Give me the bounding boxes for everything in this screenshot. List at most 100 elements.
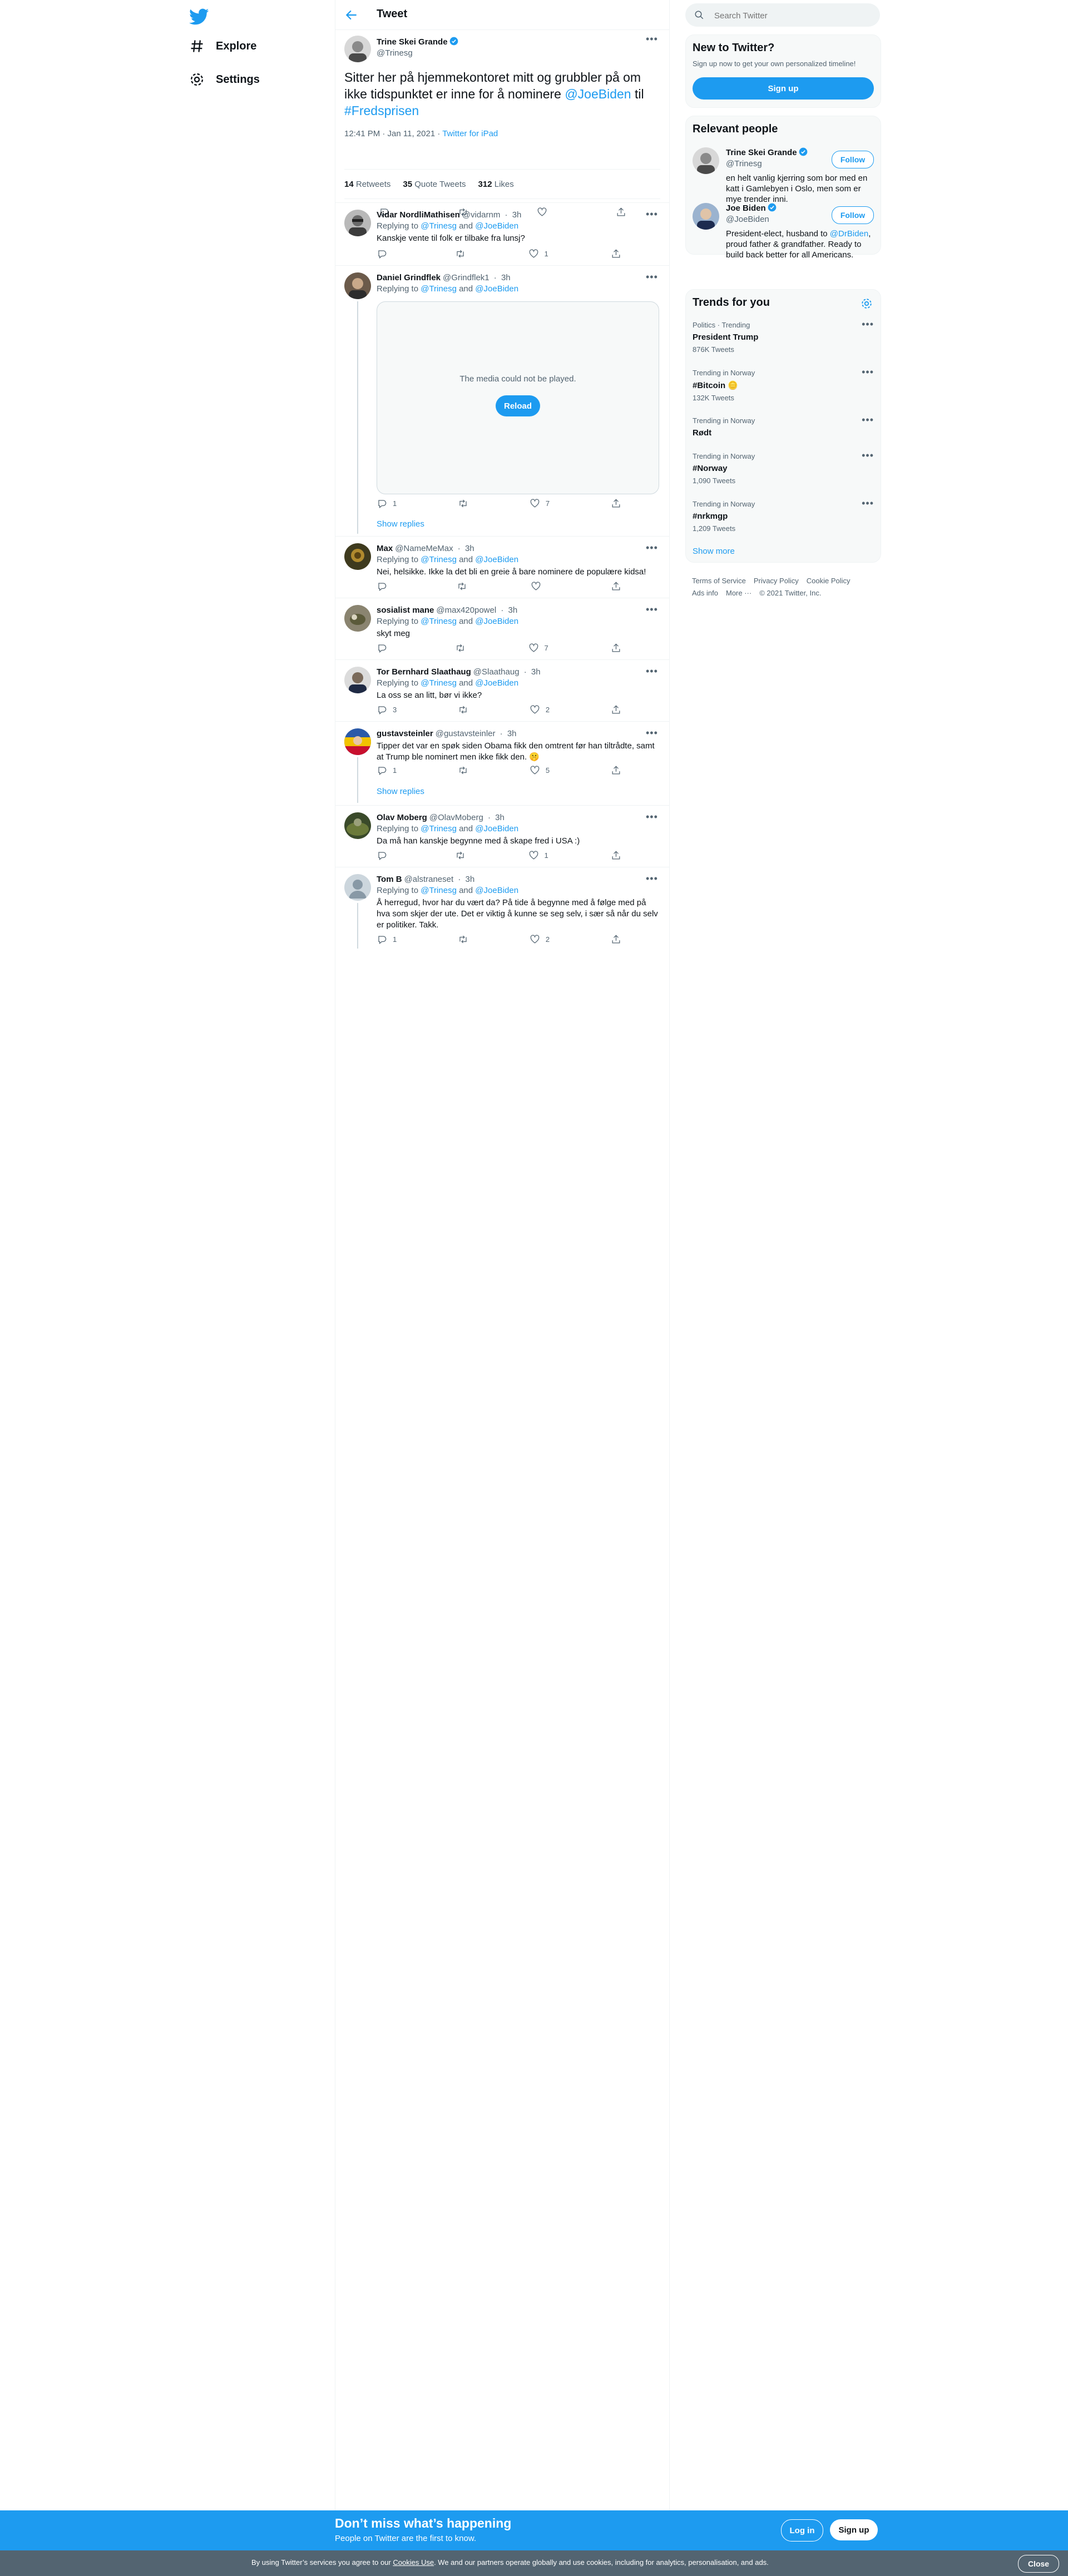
reply-author-handle[interactable]: @alstraneset xyxy=(404,875,454,884)
like-button[interactable]: 1 xyxy=(528,850,548,861)
more-icon[interactable]: ••• xyxy=(862,319,874,330)
more-icon[interactable]: ••• xyxy=(862,414,874,426)
share-button[interactable] xyxy=(611,934,621,945)
show-replies-link[interactable]: Show replies xyxy=(377,787,424,796)
retweet-button[interactable] xyxy=(455,643,466,653)
signup-button[interactable]: Sign up xyxy=(693,77,874,100)
share-button[interactable] xyxy=(611,581,621,592)
reply-tweet[interactable]: Daniel Grindflek @Grindflek1 · 3h Replyin… xyxy=(335,266,669,537)
avatar[interactable] xyxy=(344,272,371,299)
share-button[interactable] xyxy=(611,249,621,259)
search-input[interactable] xyxy=(713,3,871,28)
retweet-button[interactable] xyxy=(455,850,466,861)
more-icon[interactable]: ••• xyxy=(646,542,658,554)
retweet-button[interactable] xyxy=(457,581,467,592)
retweet-button[interactable] xyxy=(458,934,468,945)
more-icon[interactable]: ••• xyxy=(646,727,658,739)
retweet-button[interactable] xyxy=(458,765,468,776)
reply-time[interactable]: 3h xyxy=(512,210,522,220)
person-handle[interactable]: @Trinesg xyxy=(726,158,829,170)
tweet-source[interactable]: Twitter for iPad xyxy=(442,129,498,138)
mention-link[interactable]: @Trinesg xyxy=(421,555,457,564)
reply-time[interactable]: 3h xyxy=(507,729,517,738)
reply-button[interactable]: 3 xyxy=(377,704,397,715)
person-handle[interactable]: @JoeBiden xyxy=(726,214,829,225)
reply-tweet[interactable]: Tor Bernhard Slaathaug @Slaathaug · 3h Re… xyxy=(335,660,669,722)
mention-link[interactable]: @DrBiden xyxy=(830,229,868,239)
cookies-use-link[interactable]: Cookies Use xyxy=(393,2558,434,2567)
more-icon[interactable]: ••• xyxy=(862,366,874,378)
trend-item[interactable]: Politics · Trending President Trump 876K… xyxy=(693,319,874,354)
trend-item[interactable]: Trending in Norway #nrkmgp 1,209 Tweets … xyxy=(693,498,874,533)
reply-author-handle[interactable]: @Grindflek1 xyxy=(443,273,490,282)
hashtag-link[interactable]: #Fredsprisen xyxy=(344,103,419,118)
mention-link[interactable]: @Trinesg xyxy=(421,221,457,231)
retweet-button[interactable] xyxy=(458,498,468,509)
reply-author-handle[interactable]: @max420powel xyxy=(436,605,496,615)
reply-author-name[interactable]: Vidar NordliMathisen xyxy=(377,210,460,220)
mention-link[interactable]: @JoeBiden xyxy=(565,87,631,101)
reload-button[interactable]: Reload xyxy=(496,395,540,416)
author-name[interactable]: Trine Skei Grande xyxy=(377,37,448,47)
avatar[interactable] xyxy=(344,667,371,693)
reply-time[interactable]: 3h xyxy=(465,544,474,553)
like-button[interactable]: 1 xyxy=(528,249,548,259)
search-box[interactable] xyxy=(685,3,880,28)
person-item[interactable]: Joe Biden @JoeBiden Follow President-ele… xyxy=(693,203,874,260)
author-handle[interactable]: @Trinesg xyxy=(377,48,458,58)
reply-author-name[interactable]: Olav Moberg xyxy=(377,813,427,822)
nav-explore[interactable]: Explore xyxy=(189,32,256,60)
reply-button[interactable] xyxy=(377,850,393,861)
mention-link[interactable]: @Trinesg xyxy=(421,824,457,833)
avatar[interactable] xyxy=(344,812,371,839)
reply-button[interactable]: 1 xyxy=(377,765,397,776)
twitter-logo-icon[interactable] xyxy=(189,7,214,29)
share-button[interactable] xyxy=(611,765,621,776)
reply-tweet[interactable]: Max @NameMeMax · 3h Replying to @Trinesg … xyxy=(335,537,669,598)
mention-link[interactable]: @JoeBiden xyxy=(475,284,518,294)
reply-button[interactable] xyxy=(377,581,393,592)
reply-author-name[interactable]: gustavsteinler xyxy=(377,729,433,738)
footer-link[interactable]: Cookie Policy xyxy=(807,577,851,585)
like-button[interactable]: 7 xyxy=(528,643,548,653)
avatar[interactable] xyxy=(344,874,371,901)
footer-link[interactable]: Privacy Policy xyxy=(754,577,799,585)
more-icon[interactable]: ••• xyxy=(646,271,658,283)
share-button[interactable] xyxy=(611,498,621,509)
footer-link[interactable]: Ads info xyxy=(692,589,718,597)
trend-item[interactable]: Trending in Norway Rødt ••• xyxy=(693,414,874,438)
retweet-button[interactable] xyxy=(458,704,468,715)
nav-settings[interactable]: Settings xyxy=(189,66,260,93)
reply-author-name[interactable]: sosialist mane xyxy=(377,605,434,615)
mention-link[interactable]: @JoeBiden xyxy=(475,886,518,895)
reply-author-handle[interactable]: @vidarnm xyxy=(462,210,501,220)
back-arrow-icon[interactable] xyxy=(344,8,359,22)
mention-link[interactable]: @JoeBiden xyxy=(475,617,518,626)
trend-item[interactable]: Trending in Norway #Bitcoin 🪙 132K Tweet… xyxy=(693,366,874,402)
avatar[interactable] xyxy=(344,605,371,632)
more-icon[interactable]: ••• xyxy=(646,604,658,616)
more-icon[interactable]: ••• xyxy=(646,666,658,677)
avatar[interactable] xyxy=(693,203,719,230)
reply-tweet[interactable]: Olav Moberg @OlavMoberg · 3h Replying to … xyxy=(335,806,669,867)
like-button[interactable]: 2 xyxy=(530,934,550,945)
mention-link[interactable]: @JoeBiden xyxy=(475,555,518,564)
reply-time[interactable]: 3h xyxy=(531,667,541,677)
avatar[interactable] xyxy=(344,36,371,62)
reply-author-name[interactable]: Tor Bernhard Slaathaug xyxy=(377,667,471,677)
reply-button[interactable]: 1 xyxy=(377,934,397,945)
reply-tweet[interactable]: Tom B @alstraneset · 3h Replying to @Trin… xyxy=(335,867,669,951)
reply-time[interactable]: 3h xyxy=(466,875,475,884)
mention-link[interactable]: @Trinesg xyxy=(421,678,457,688)
reply-tweet[interactable]: Vidar NordliMathisen @vidarnm · 3h Replyi… xyxy=(335,203,669,266)
reply-time[interactable]: 3h xyxy=(501,273,511,282)
more-icon[interactable]: ••• xyxy=(646,209,658,220)
mention-link[interactable]: @Trinesg xyxy=(421,886,457,895)
login-button[interactable]: Log in xyxy=(781,2519,823,2542)
reply-time[interactable]: 3h xyxy=(495,813,505,822)
reply-author-name[interactable]: Tom B xyxy=(377,875,402,884)
reply-author-handle[interactable]: @NameMeMax xyxy=(395,544,453,553)
mention-link[interactable]: @Trinesg xyxy=(421,284,457,294)
avatar[interactable] xyxy=(344,543,371,570)
retweets-stat[interactable]: 14 Retweets xyxy=(344,180,390,189)
